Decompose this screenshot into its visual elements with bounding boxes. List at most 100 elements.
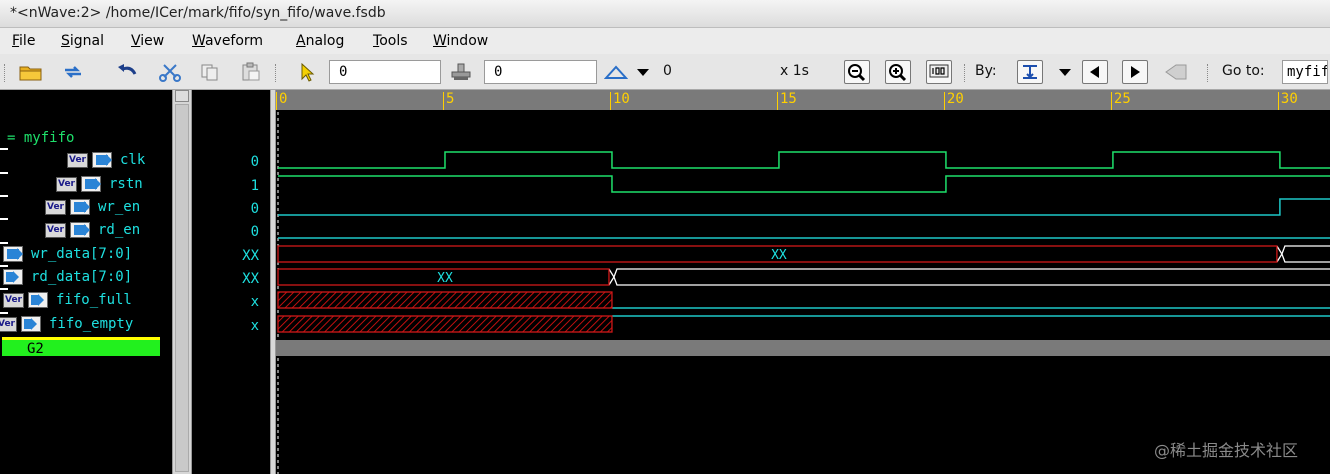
scroll-up-arrow-icon[interactable] bbox=[175, 90, 189, 102]
signal-row-wr_en[interactable]: Ver wr_en bbox=[45, 197, 140, 217]
signal-value-panel: 0 1 0 0 XX XX x x bbox=[193, 90, 270, 474]
signal-row-clk[interactable]: Ver clk bbox=[67, 150, 145, 170]
row-marker bbox=[0, 195, 8, 197]
signal-name: wr_data[7:0] bbox=[31, 246, 133, 262]
bus-value-label: XX bbox=[771, 248, 787, 263]
signal-name: rstn bbox=[109, 176, 143, 192]
copy-button[interactable] bbox=[197, 60, 223, 84]
edge-search-icon bbox=[1023, 65, 1037, 79]
value-wr_en: 0 bbox=[250, 201, 259, 217]
waveform-canvas[interactable]: XX XX bbox=[276, 90, 1330, 474]
zoom-in-icon bbox=[889, 64, 907, 82]
signal-row-fifo_empty[interactable]: Ver fifo_empty bbox=[0, 314, 133, 334]
goto-field[interactable]: myfifo bbox=[1282, 60, 1328, 84]
toolbar-separator bbox=[275, 64, 277, 82]
waveform-wr_en[interactable] bbox=[278, 198, 1330, 216]
search-by-label: By: bbox=[975, 63, 997, 79]
waveform-clk[interactable] bbox=[278, 151, 1330, 169]
waveform-rstn[interactable] bbox=[278, 175, 1330, 193]
undo-icon bbox=[118, 64, 137, 75]
bus-value-label: XX bbox=[437, 271, 453, 286]
cursor-select-button[interactable] bbox=[294, 60, 320, 84]
zoom-100-icon bbox=[929, 64, 949, 78]
menu-tools[interactable]: Tools bbox=[373, 33, 408, 49]
value-clk: 0 bbox=[250, 154, 259, 170]
toolbar-separator-3 bbox=[1207, 64, 1209, 82]
reload-icon bbox=[65, 66, 81, 78]
zoom-out-icon bbox=[848, 64, 866, 82]
zoom-level-label: x 1s bbox=[780, 63, 809, 79]
watermark: @稀土掘金技术社区 bbox=[1154, 441, 1299, 460]
waveform-wr_data[interactable]: XX bbox=[277, 245, 1330, 263]
reload-button[interactable] bbox=[60, 60, 86, 84]
row-marker bbox=[0, 148, 8, 150]
undo-button[interactable] bbox=[115, 60, 141, 84]
signal-name: fifo_empty bbox=[49, 316, 134, 332]
scissors-icon bbox=[159, 64, 181, 82]
eraser-button[interactable] bbox=[1163, 60, 1189, 84]
menu-window[interactable]: Window bbox=[433, 33, 488, 49]
search-by-button[interactable] bbox=[1017, 60, 1043, 84]
bus-valid-segment bbox=[1281, 245, 1330, 263]
output-port-icon bbox=[21, 316, 41, 332]
waveform-panel[interactable]: 0 5 10 15 20 25 30 XX XX bbox=[276, 90, 1330, 474]
input-port-icon bbox=[70, 199, 90, 215]
input-port-icon bbox=[81, 176, 101, 192]
value-fifo_empty: x bbox=[250, 318, 259, 334]
menu-signal[interactable]: Signal bbox=[61, 33, 104, 49]
group-myfifo[interactable]: = myfifo bbox=[7, 130, 74, 146]
input-port-icon bbox=[3, 246, 23, 262]
zoom-fit-button[interactable] bbox=[926, 60, 952, 84]
waveform-fifo_empty[interactable] bbox=[277, 315, 1330, 333]
signal-row-fifo_full[interactable]: Ver fifo_full bbox=[3, 290, 132, 310]
toolbar: 0 0 0 x 1s By: Go to: myfifo bbox=[0, 54, 1330, 90]
value-rd_data: XX bbox=[242, 271, 259, 287]
window-title-bar: *<nWave:2> /home/ICer/mark/fifo/syn_fifo… bbox=[0, 0, 1330, 28]
zoom-out-button[interactable] bbox=[844, 60, 870, 84]
marker-time-field[interactable]: 0 bbox=[484, 60, 597, 84]
waveform-rd_data[interactable]: XX bbox=[277, 268, 1330, 286]
eraser-icon bbox=[1165, 64, 1187, 80]
marker-stamp-icon bbox=[451, 63, 471, 80]
menu-bar: File Signal View Waveform Analog Tools W… bbox=[0, 28, 1330, 54]
signal-row-rstn[interactable]: Ver rstn bbox=[56, 174, 143, 194]
signal-row-rd_data[interactable]: rd_data[7:0] bbox=[3, 267, 132, 287]
row-marker bbox=[0, 218, 8, 220]
waveform-fifo_full[interactable] bbox=[277, 291, 1330, 309]
copy-icon bbox=[201, 64, 218, 81]
row-marker bbox=[0, 172, 8, 174]
toolbar-separator-2 bbox=[964, 64, 966, 82]
open-file-button[interactable] bbox=[18, 60, 44, 84]
paste-button[interactable] bbox=[238, 60, 264, 84]
group-g2[interactable]: G2 bbox=[2, 337, 160, 357]
bus-transition bbox=[608, 268, 615, 286]
bus-transition bbox=[1276, 245, 1283, 263]
value-fifo_full: x bbox=[250, 294, 259, 310]
menu-file[interactable]: File bbox=[12, 33, 35, 49]
input-port-icon bbox=[92, 152, 112, 168]
verilog-tag-icon: Ver bbox=[3, 292, 24, 308]
scrollbar-thumb[interactable] bbox=[175, 104, 189, 472]
menu-waveform[interactable]: Waveform bbox=[192, 33, 263, 49]
search-forward-button[interactable] bbox=[1122, 60, 1148, 84]
folder-icon bbox=[19, 66, 42, 81]
signal-list-scrollbar[interactable] bbox=[172, 90, 192, 474]
verilog-tag-icon: Ver bbox=[67, 152, 88, 168]
zoom-in-button[interactable] bbox=[885, 60, 911, 84]
marker-button[interactable] bbox=[448, 60, 474, 84]
goto-label: Go to: bbox=[1222, 63, 1265, 79]
signal-name: wr_en bbox=[98, 199, 141, 215]
bus-valid-segment bbox=[613, 268, 1330, 286]
unknown-hatch-segment bbox=[277, 315, 613, 333]
menu-view[interactable]: View bbox=[131, 33, 164, 49]
search-by-dropdown-icon[interactable] bbox=[1056, 60, 1074, 84]
delta-icon bbox=[604, 60, 628, 84]
signal-row-rd_en[interactable]: Ver rd_en bbox=[45, 220, 140, 240]
signal-row-wr_data[interactable]: wr_data[7:0] bbox=[3, 244, 132, 264]
cut-button[interactable] bbox=[157, 60, 183, 84]
delta-dropdown-icon[interactable] bbox=[634, 60, 652, 84]
delta-time-readout: 0 bbox=[663, 63, 672, 79]
search-backward-button[interactable] bbox=[1082, 60, 1108, 84]
menu-analog[interactable]: Analog bbox=[296, 33, 344, 49]
cursor-time-field[interactable]: 0 bbox=[329, 60, 441, 84]
